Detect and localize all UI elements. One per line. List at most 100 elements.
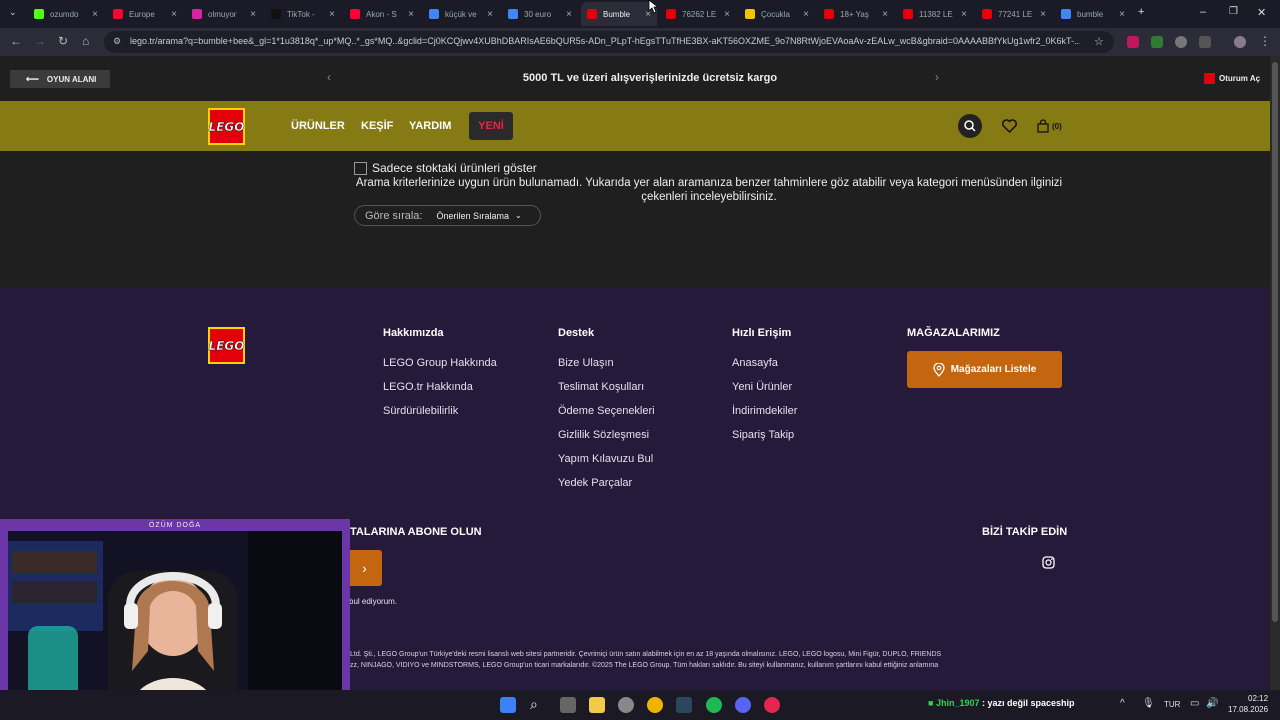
close-tab-icon[interactable]: × xyxy=(92,9,98,20)
close-tab-icon[interactable]: × xyxy=(250,9,256,20)
chevron-down-icon: ⌄ xyxy=(515,211,522,220)
chrome-icon[interactable] xyxy=(647,697,663,713)
app-icon[interactable] xyxy=(618,697,634,713)
footer-link[interactable]: Gizlilik Sözleşmesi xyxy=(558,429,649,441)
footer-link[interactable]: Yapım Kılavuzu Bul xyxy=(558,453,653,465)
network-icon[interactable]: ▭ xyxy=(1190,698,1199,709)
close-window-icon[interactable]: ✕ xyxy=(1257,6,1266,19)
file-explorer-icon[interactable] xyxy=(589,697,605,713)
tab-search-icon[interactable]: ⌄ xyxy=(9,7,17,18)
discord-icon[interactable] xyxy=(735,697,751,713)
play-area-button[interactable]: ⟵ OYUN ALANI xyxy=(10,70,110,88)
browser-tab[interactable]: Europe × xyxy=(107,4,183,24)
footer-link[interactable]: Bize Ulaşın xyxy=(558,357,614,369)
page-scrollbar[interactable] xyxy=(1270,56,1280,690)
nav-discover[interactable]: KEŞİF xyxy=(361,120,393,132)
browser-tab[interactable]: TikTok - × xyxy=(265,4,341,24)
close-tab-icon[interactable]: × xyxy=(961,9,967,20)
back-icon[interactable]: ← xyxy=(10,34,22,48)
webcam-video xyxy=(8,531,342,714)
bookmark-star-icon[interactable]: ☆ xyxy=(1094,35,1104,48)
close-tab-icon[interactable]: × xyxy=(329,9,335,20)
sort-dropdown[interactable]: Göre sırala: Önerilen Sıralama ⌄ xyxy=(354,205,541,226)
close-tab-icon[interactable]: × xyxy=(566,9,572,20)
lego-logo[interactable]: LEGO xyxy=(208,108,245,145)
close-tab-icon[interactable]: × xyxy=(1040,9,1046,20)
language-indicator[interactable]: TUR xyxy=(1164,700,1180,709)
browser-tab[interactable]: Akon - S × xyxy=(344,4,420,24)
chevron-left-icon[interactable]: ‹ xyxy=(327,70,331,84)
footer-link[interactable]: LEGO.tr Hakkında xyxy=(383,381,473,393)
footer-link[interactable]: Sipariş Takip xyxy=(732,429,794,441)
search-icon[interactable] xyxy=(957,113,983,139)
footer-link[interactable]: İndirimdekiler xyxy=(732,405,797,417)
browser-menu-icon[interactable]: ⋮ xyxy=(1259,34,1271,48)
footer-link[interactable]: Yedek Parçalar xyxy=(558,477,632,489)
search-icon[interactable]: ⌕ xyxy=(530,696,538,713)
forward-icon[interactable]: → xyxy=(34,34,46,48)
browser-tab[interactable]: 30 euro × xyxy=(502,4,578,24)
scrollbar-thumb[interactable] xyxy=(1272,62,1278,622)
url-input[interactable]: ⚙ lego.tr/arama?q=bumble+bee&_gl=1*1u381… xyxy=(104,31,1114,53)
extension-icon[interactable] xyxy=(1175,36,1187,48)
obs-icon[interactable] xyxy=(764,697,780,713)
reload-icon[interactable]: ↻ xyxy=(58,34,68,48)
task-view-icon[interactable] xyxy=(560,697,576,713)
profile-avatar[interactable] xyxy=(1234,36,1246,48)
footer-link[interactable]: Anasayfa xyxy=(732,357,778,369)
tab-label: 11382 LE xyxy=(919,9,953,19)
footer-lego-logo[interactable]: LEGO xyxy=(208,327,245,364)
windows-start-icon[interactable] xyxy=(500,697,516,713)
system-clock[interactable]: 02:12 17.08.2026 xyxy=(1228,693,1268,715)
close-tab-icon[interactable]: × xyxy=(1119,9,1125,20)
browser-tab[interactable]: 76262 LE × xyxy=(660,4,736,24)
heart-icon[interactable] xyxy=(1002,119,1017,133)
cart-button[interactable]: (0) xyxy=(1036,119,1062,133)
stock-checkbox[interactable] xyxy=(354,161,367,175)
close-tab-icon[interactable]: × xyxy=(882,9,888,20)
extensions-puzzle-icon[interactable] xyxy=(1199,36,1211,48)
nav-new[interactable]: YENİ xyxy=(469,112,513,140)
close-tab-icon[interactable]: × xyxy=(487,9,493,20)
browser-tab[interactable]: olmuyor × xyxy=(186,4,262,24)
extension-icon[interactable] xyxy=(1127,36,1139,48)
home-icon[interactable]: ⌂ xyxy=(82,34,89,48)
nav-help[interactable]: YARDIM xyxy=(409,120,451,132)
close-tab-icon[interactable]: × xyxy=(803,9,809,20)
login-link[interactable]: Oturum Aç xyxy=(1204,73,1260,84)
footer-link[interactable]: LEGO Group Hakkında xyxy=(383,357,497,369)
volume-icon[interactable]: 🔊 xyxy=(1206,698,1218,709)
list-stores-button[interactable]: Mağazaları Listele xyxy=(907,351,1062,388)
nav-products[interactable]: ÜRÜNLER xyxy=(291,120,345,132)
microphone-icon[interactable]: 🎙 xyxy=(1142,698,1155,709)
steam-icon[interactable] xyxy=(676,697,692,713)
browser-tab[interactable]: bumble × xyxy=(1055,4,1131,24)
footer-link[interactable]: Yeni Ürünler xyxy=(732,381,792,393)
location-pin-icon xyxy=(933,362,945,377)
stock-filter[interactable]: Sadece stoktaki ürünleri göster xyxy=(354,161,537,175)
browser-tab[interactable]: 18+ Yaş × xyxy=(818,4,894,24)
spotify-icon[interactable] xyxy=(706,697,722,713)
browser-tab[interactable]: küçük ve × xyxy=(423,4,499,24)
browser-tab[interactable]: Çocukla × xyxy=(739,4,815,24)
minimize-icon[interactable]: – xyxy=(1200,6,1206,18)
footer-link[interactable]: Teslimat Koşulları xyxy=(558,381,644,393)
site-settings-icon[interactable]: ⚙ xyxy=(113,36,121,47)
footer-link[interactable]: Ödeme Seçenekleri xyxy=(558,405,655,417)
user-icon xyxy=(1204,73,1215,84)
tray-chevron-icon[interactable]: ^ xyxy=(1120,698,1125,709)
browser-tab[interactable]: 11382 LE × xyxy=(897,4,973,24)
browser-tab[interactable]: Bumble × xyxy=(581,2,657,26)
footer-link[interactable]: Sürdürülebilirlik xyxy=(383,405,458,417)
new-tab-button[interactable]: + xyxy=(1138,6,1144,18)
chevron-right-icon[interactable]: › xyxy=(935,70,939,84)
maximize-icon[interactable]: ❐ xyxy=(1229,6,1238,17)
browser-tab[interactable]: 77241 LE × xyxy=(976,4,1052,24)
extension-icon[interactable] xyxy=(1151,36,1163,48)
instagram-icon[interactable] xyxy=(1042,556,1055,569)
browser-tab[interactable]: ozumdo × xyxy=(28,4,104,24)
subscribe-button[interactable]: › xyxy=(347,550,382,586)
close-tab-icon[interactable]: × xyxy=(171,9,177,20)
close-tab-icon[interactable]: × xyxy=(408,9,414,20)
close-tab-icon[interactable]: × xyxy=(724,9,730,20)
